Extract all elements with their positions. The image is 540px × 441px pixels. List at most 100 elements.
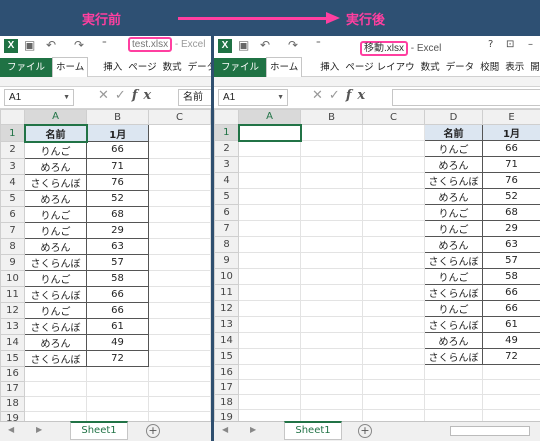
data-cell[interactable]: りんご bbox=[424, 220, 483, 237]
customize-qat-icon[interactable]: ⁼ bbox=[102, 40, 107, 50]
ribbon-display-button[interactable]: ⊡ bbox=[506, 39, 514, 50]
data-cell[interactable]: めろん bbox=[24, 157, 87, 175]
cell[interactable] bbox=[238, 252, 301, 269]
cell[interactable] bbox=[148, 253, 211, 271]
cell[interactable] bbox=[148, 269, 211, 287]
add-sheet-icon[interactable]: + bbox=[146, 424, 160, 438]
save-icon[interactable]: ▣ bbox=[24, 38, 35, 52]
data-cell[interactable]: 57 bbox=[482, 252, 540, 269]
data-cell[interactable]: りんご bbox=[24, 301, 87, 319]
column-header[interactable]: B bbox=[86, 109, 149, 125]
column-header[interactable]: A bbox=[238, 109, 301, 125]
cell[interactable] bbox=[300, 316, 363, 333]
data-cell[interactable]: りんご bbox=[24, 141, 87, 159]
data-cell[interactable]: さくらんぼ bbox=[424, 252, 483, 269]
column-header[interactable]: C bbox=[148, 109, 211, 125]
cell[interactable] bbox=[362, 204, 425, 221]
data-cell[interactable]: 49 bbox=[482, 332, 540, 349]
data-cell[interactable]: 29 bbox=[482, 220, 540, 237]
cell[interactable] bbox=[148, 124, 211, 142]
cell[interactable] bbox=[86, 395, 149, 412]
cell[interactable] bbox=[362, 332, 425, 349]
horizontal-scrollbar[interactable] bbox=[450, 426, 530, 436]
customize-qat-icon[interactable]: ⁼ bbox=[316, 40, 321, 50]
cell[interactable] bbox=[148, 173, 211, 191]
data-cell[interactable]: りんご bbox=[424, 140, 483, 157]
cell[interactable] bbox=[86, 365, 149, 382]
data-cell[interactable]: 61 bbox=[86, 317, 149, 335]
row-header[interactable]: 7 bbox=[0, 221, 25, 239]
data-cell[interactable]: 66 bbox=[482, 300, 540, 317]
row-header[interactable]: 12 bbox=[214, 300, 239, 317]
select-all-corner[interactable] bbox=[0, 109, 25, 125]
data-cell[interactable]: 66 bbox=[482, 140, 540, 157]
cell[interactable] bbox=[238, 394, 301, 410]
data-cell[interactable]: 68 bbox=[482, 204, 540, 221]
tab-developer[interactable]: 開発 bbox=[527, 58, 540, 78]
cell[interactable] bbox=[238, 204, 301, 221]
cell[interactable] bbox=[362, 364, 425, 380]
insert-function-icon[interactable]: fx bbox=[132, 88, 157, 103]
cell[interactable] bbox=[300, 332, 363, 349]
cell[interactable] bbox=[362, 252, 425, 269]
scroll-right-icon[interactable]: ▶ bbox=[250, 425, 256, 434]
data-cell[interactable]: 29 bbox=[86, 221, 149, 239]
cell[interactable] bbox=[238, 188, 301, 205]
data-cell[interactable]: 63 bbox=[482, 236, 540, 253]
cell[interactable] bbox=[24, 395, 87, 412]
row-header[interactable]: 1 bbox=[214, 124, 239, 141]
tab-formulas[interactable]: 数式 bbox=[418, 58, 443, 78]
data-cell[interactable]: めろん bbox=[424, 236, 483, 253]
cell[interactable] bbox=[238, 300, 301, 317]
sheet-tab[interactable]: Sheet1 bbox=[284, 421, 342, 440]
cell[interactable] bbox=[300, 284, 363, 301]
row-header[interactable]: 2 bbox=[214, 140, 239, 157]
row-header[interactable]: 12 bbox=[0, 301, 25, 319]
row-header[interactable]: 14 bbox=[214, 332, 239, 349]
cell[interactable] bbox=[362, 379, 425, 395]
cell[interactable] bbox=[482, 394, 540, 410]
cancel-icon[interactable]: ✕ bbox=[312, 88, 329, 103]
row-header[interactable]: 16 bbox=[0, 365, 25, 382]
cell[interactable] bbox=[300, 268, 363, 285]
cell[interactable] bbox=[362, 124, 425, 141]
data-cell[interactable]: さくらんぼ bbox=[24, 285, 87, 303]
cell[interactable] bbox=[148, 395, 211, 412]
row-header[interactable]: 14 bbox=[0, 333, 25, 351]
add-sheet-icon[interactable]: + bbox=[358, 424, 372, 438]
cell[interactable] bbox=[362, 300, 425, 317]
row-header[interactable]: 18 bbox=[0, 395, 25, 412]
formula-input[interactable]: 名前 bbox=[178, 89, 211, 106]
data-cell[interactable]: さくらんぼ bbox=[24, 349, 87, 367]
cell[interactable] bbox=[300, 348, 363, 365]
cell[interactable] bbox=[148, 333, 211, 351]
cell[interactable] bbox=[362, 394, 425, 410]
name-box[interactable]: A1 ▼ bbox=[218, 89, 288, 106]
cell[interactable] bbox=[238, 348, 301, 365]
cell[interactable] bbox=[482, 379, 540, 395]
row-header[interactable]: 9 bbox=[214, 252, 239, 269]
row-header[interactable]: 11 bbox=[0, 285, 25, 303]
data-cell[interactable]: りんご bbox=[424, 300, 483, 317]
help-button[interactable]: ? bbox=[488, 39, 493, 50]
row-header[interactable]: 9 bbox=[0, 253, 25, 271]
cell[interactable] bbox=[238, 172, 301, 189]
column-header[interactable]: E bbox=[482, 109, 540, 125]
cell[interactable] bbox=[300, 236, 363, 253]
tab-hidden[interactable] bbox=[88, 58, 100, 78]
cell[interactable] bbox=[86, 380, 149, 397]
cell[interactable] bbox=[148, 221, 211, 239]
header-cell[interactable]: 1月 bbox=[86, 124, 149, 142]
data-cell[interactable]: 58 bbox=[482, 268, 540, 285]
cell[interactable] bbox=[300, 364, 363, 380]
cell[interactable] bbox=[300, 220, 363, 237]
column-header[interactable]: B bbox=[300, 109, 363, 125]
cell[interactable] bbox=[362, 268, 425, 285]
cell[interactable] bbox=[148, 285, 211, 303]
column-header[interactable]: C bbox=[362, 109, 425, 125]
row-header[interactable]: 11 bbox=[214, 284, 239, 301]
tab-insert[interactable]: 挿入 bbox=[317, 58, 342, 78]
cell[interactable] bbox=[424, 364, 483, 380]
cell[interactable] bbox=[238, 268, 301, 285]
cell[interactable] bbox=[238, 332, 301, 349]
